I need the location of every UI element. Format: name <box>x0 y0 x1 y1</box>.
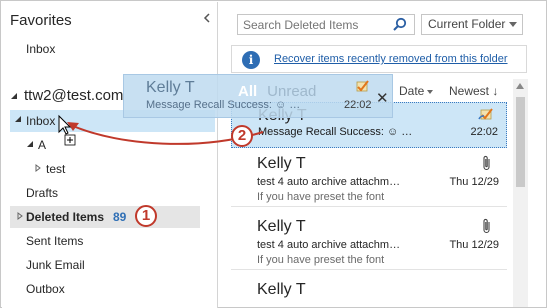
recover-items-link[interactable]: Recover items recently removed from this… <box>274 53 508 65</box>
expand-inbox-icon[interactable] <box>14 115 22 123</box>
sort-by-label: Date <box>399 84 425 98</box>
inbox-folder-label: Inbox <box>26 114 56 128</box>
expand-account-icon[interactable] <box>10 92 18 100</box>
ghost-subject: Message Recall Success: ☺ … <box>146 99 301 111</box>
search-box[interactable] <box>237 14 415 35</box>
scroll-up-icon[interactable] <box>516 83 524 89</box>
step-badge-1: 1 <box>135 205 157 227</box>
mail-subject: test 4 auto archive attachm… <box>257 239 401 251</box>
recover-items-bar: i Recover items recently removed from th… <box>231 45 527 73</box>
search-scope-dropdown[interactable]: Current Folder <box>421 14 523 35</box>
arrow-down-icon: ↓ <box>492 84 499 98</box>
mail-sender: Kelly T <box>257 218 306 235</box>
ghost-tab-unread: Unread <box>267 83 317 100</box>
ghost-tab-all: All <box>238 83 258 100</box>
scroll-thumb[interactable] <box>516 97 525 187</box>
ghost-time: 22:02 <box>344 99 372 111</box>
mail-preview: If you have preset the font <box>257 254 385 266</box>
mail-item[interactable]: Kelly T test 4 auto archive attachm… If … <box>231 214 507 270</box>
favorites-inbox-item[interactable]: Inbox <box>26 42 55 56</box>
folder-a[interactable]: A <box>38 138 46 152</box>
expand-test-icon[interactable] <box>34 164 42 172</box>
mail-sender: Kelly T <box>257 281 306 298</box>
chevron-down-icon <box>509 22 517 27</box>
collapse-pane-icon[interactable] <box>202 12 212 24</box>
mail-date: Thu 12/29 <box>449 176 499 188</box>
ghost-filter-tabs: All Unread <box>238 83 316 100</box>
account-name[interactable]: ttw2@test.com <box>24 87 123 104</box>
mail-item[interactable]: Kelly T <box>231 277 507 307</box>
folder-test[interactable]: test <box>46 162 65 176</box>
mail-subject: test 4 auto archive attachm… <box>257 176 401 188</box>
deleted-items-count: 89 <box>113 210 127 224</box>
mail-sender: Kelly T <box>257 155 306 172</box>
search-scope-value: Current Folder <box>428 17 506 31</box>
mail-date: Thu 12/29 <box>449 239 499 251</box>
ghost-sender: Kelly T <box>146 79 195 96</box>
message-list-scrollbar[interactable] <box>513 79 528 307</box>
recall-status-icon <box>478 108 493 120</box>
search-icon[interactable] <box>392 17 408 33</box>
expand-deleted-icon[interactable] <box>16 212 24 220</box>
sort-order-button[interactable]: Newest ↓ <box>449 84 498 98</box>
drag-ghost-preview: Kelly T All Unread Message Recall Success… <box>123 74 393 118</box>
step-badge-2: 2 <box>231 125 253 147</box>
expand-a-icon[interactable] <box>26 140 34 148</box>
mail-preview: If you have preset the font <box>257 191 385 203</box>
sort-by-date-button[interactable]: Date <box>399 84 434 98</box>
pane-divider[interactable] <box>217 2 218 308</box>
mail-date: 22:02 <box>470 126 498 138</box>
recall-status-icon <box>356 80 369 92</box>
favorites-heading[interactable]: Favorites <box>10 12 72 29</box>
sort-dropdown-icon <box>427 89 434 94</box>
folder-sent-items[interactable]: Sent Items <box>26 234 83 248</box>
attachment-icon <box>483 218 490 234</box>
info-icon: i <box>242 51 260 69</box>
folder-pane: Favorites Inbox ttw2@test.com Inbox A te… <box>2 2 217 308</box>
search-input[interactable] <box>238 15 388 34</box>
folder-junk-email[interactable]: Junk Email <box>26 258 85 272</box>
deleted-items-label: Deleted Items <box>26 210 105 224</box>
mail-subject: Message Recall Success: ☺ … <box>258 126 413 138</box>
folder-drafts[interactable]: Drafts <box>26 186 58 200</box>
mail-item[interactable]: Kelly T test 4 auto archive attachm… If … <box>231 151 507 207</box>
folder-outbox[interactable]: Outbox <box>26 282 65 296</box>
outlook-window: Favorites Inbox ttw2@test.com Inbox A te… <box>0 0 547 308</box>
attachment-icon <box>483 155 490 171</box>
sort-order-label: Newest <box>449 84 490 98</box>
drag-cancel-icon: ✕ <box>376 90 389 107</box>
